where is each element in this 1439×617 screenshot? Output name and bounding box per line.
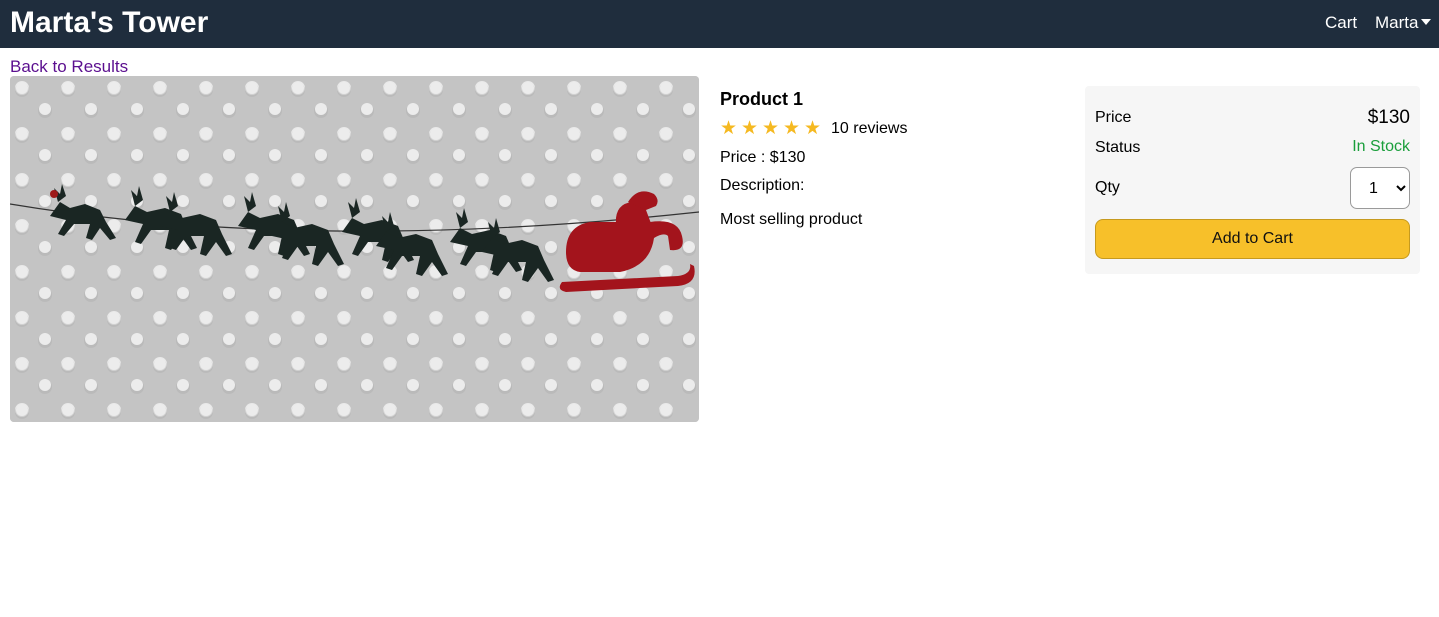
top-navbar: Marta's Tower Cart Marta [0, 0, 1439, 48]
product-image [10, 76, 699, 422]
quantity-select[interactable]: 1 [1350, 167, 1410, 209]
caret-down-icon [1421, 19, 1432, 26]
cart-link[interactable]: Cart [1325, 13, 1357, 33]
star-icon: ★ [741, 118, 759, 139]
product-rating: ★ ★ ★ ★ ★ 10 reviews [720, 119, 907, 139]
review-count: 10 reviews [831, 120, 908, 137]
stock-status: In Stock [1352, 138, 1410, 155]
product-name: Product 1 [720, 89, 804, 109]
user-name: Marta [1375, 13, 1419, 32]
purchase-card: Price $130 Status In Stock Qty 1 Add to … [1085, 86, 1420, 274]
product-description: Most selling product [720, 211, 863, 228]
back-to-results-link[interactable]: Back to Results [10, 57, 128, 77]
star-icon: ★ [783, 118, 801, 139]
add-to-cart-button[interactable]: Add to Cart [1095, 219, 1410, 259]
qty-label: Qty [1095, 179, 1120, 196]
product-price: Price : $130 [720, 149, 806, 166]
reindeer-sleigh-photo [10, 76, 699, 422]
price-label: Price [1095, 109, 1132, 126]
star-icon: ★ [720, 118, 738, 139]
description-label: Description: [720, 177, 805, 194]
brand-logo[interactable]: Marta's Tower [10, 5, 208, 41]
star-icon: ★ [804, 118, 822, 139]
star-icon: ★ [762, 118, 780, 139]
price-value: $130 [1367, 107, 1410, 128]
user-menu-dropdown[interactable]: Marta [1375, 13, 1432, 33]
status-label: Status [1095, 139, 1141, 156]
